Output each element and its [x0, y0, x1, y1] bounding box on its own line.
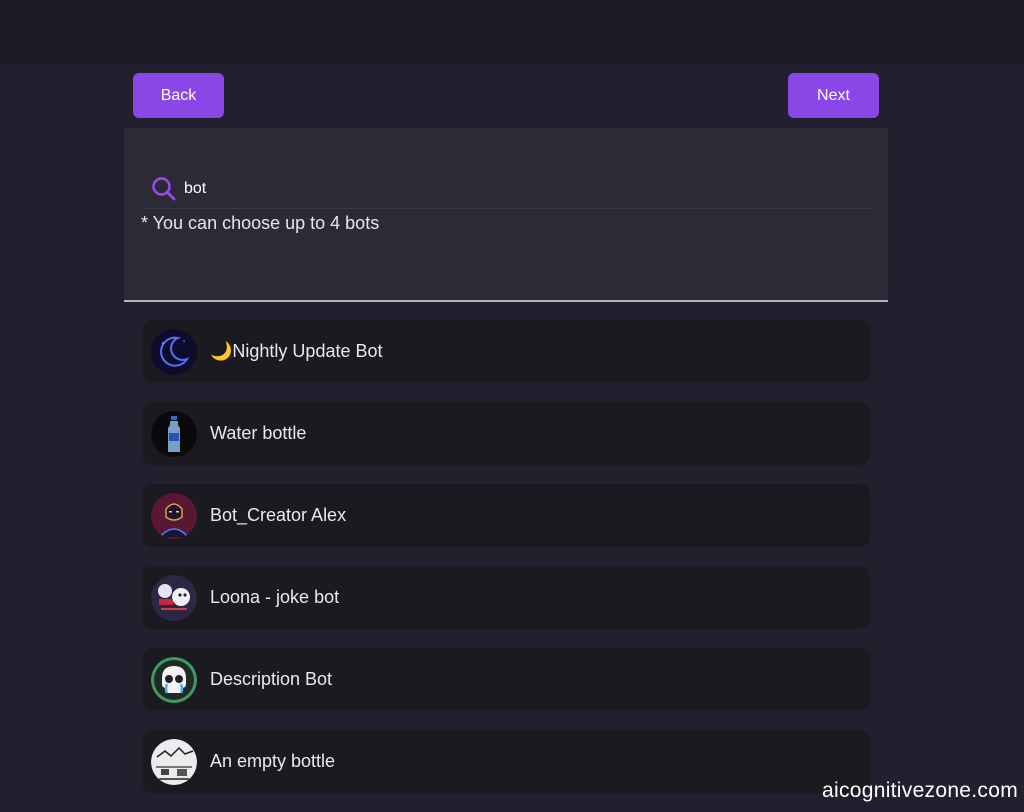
bot-name: An empty bottle: [210, 751, 336, 771]
top-bar: [0, 0, 1024, 64]
bot-list-item[interactable]: Water bottle: [142, 402, 870, 465]
cartoon-avatar-icon: [151, 574, 197, 621]
search-bar: [142, 170, 872, 209]
bot-name: Loona - joke bot: [210, 587, 340, 607]
bot-list-item[interactable]: Description Bot: [142, 648, 870, 711]
water-bottle-avatar-icon: [151, 410, 197, 457]
bot-list-item[interactable]: 🌙Nightly Update Bot: [142, 320, 870, 383]
search-icon: [152, 177, 176, 201]
sketch-avatar-icon: [151, 738, 197, 785]
back-button[interactable]: Back: [133, 73, 224, 118]
bot-list: 🌙Nightly Update Bot Water bottle Bot_Cre…: [142, 320, 870, 812]
selection-limit-hint: * You can choose up to 4 bots: [141, 213, 380, 233]
bot-name: 🌙Nightly Update Bot: [210, 341, 383, 361]
moon-avatar-icon: [151, 328, 197, 375]
bot-name: Description Bot: [210, 669, 333, 689]
watermark: aicognitivezone.com: [822, 779, 1018, 802]
bot-list-item[interactable]: An empty bottle: [142, 730, 870, 793]
bot-list-item[interactable]: Bot_Creator Alex: [142, 484, 870, 547]
next-button[interactable]: Next: [788, 73, 879, 118]
bot-list-item[interactable]: Loona - joke bot: [142, 566, 870, 629]
neon-figure-avatar-icon: [151, 492, 197, 539]
bot-name: Water bottle: [210, 423, 307, 443]
crying-skull-avatar-icon: [151, 656, 197, 703]
bot-name: Bot_Creator Alex: [210, 505, 347, 525]
search-input[interactable]: [184, 180, 824, 198]
search-panel: * You can choose up to 4 bots: [124, 128, 888, 302]
